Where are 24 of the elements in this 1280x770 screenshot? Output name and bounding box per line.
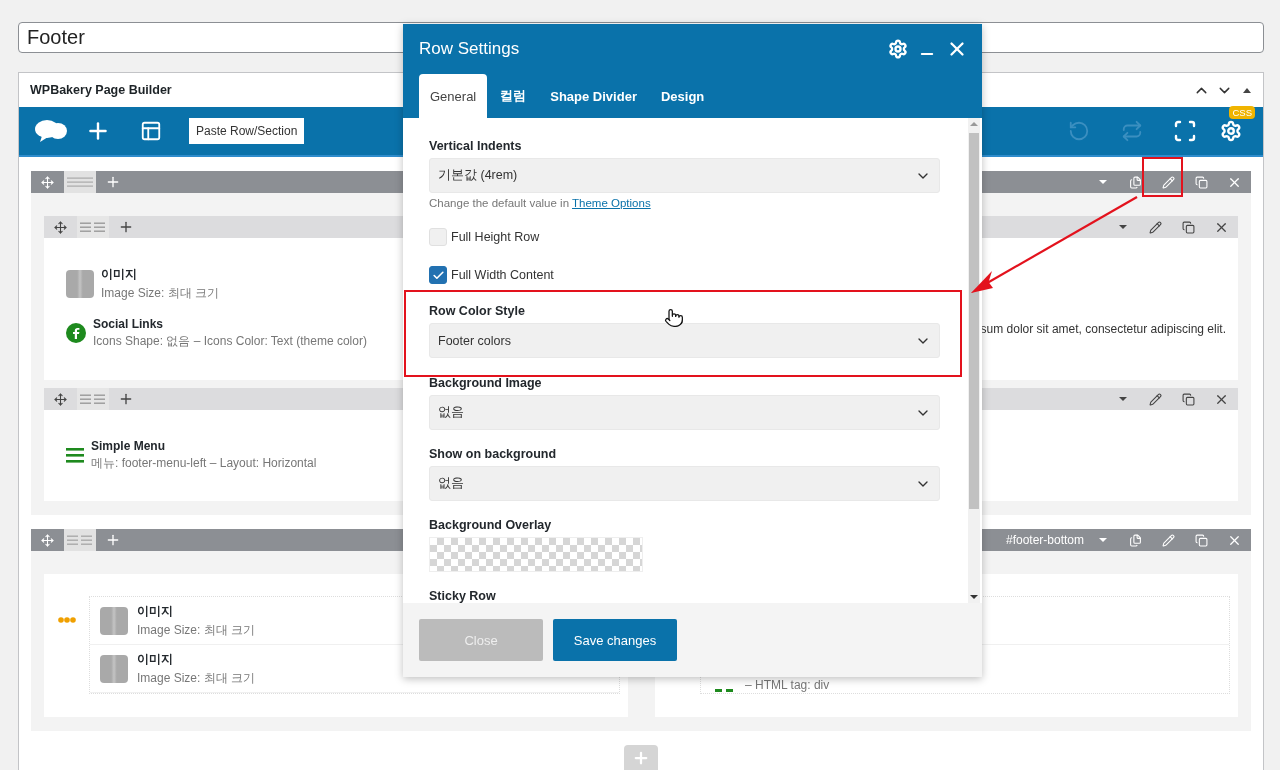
element-detail: Image Size: 최대 크기	[137, 669, 256, 687]
field-label: Background Image	[429, 376, 543, 390]
element-title: 이미지	[137, 650, 174, 668]
field-label: Row Color Style	[429, 304, 526, 318]
element-detail: 메뉴: footer-menu-left – Layout: Horizontal	[91, 454, 317, 472]
field-label: Vertical Indents	[429, 139, 523, 153]
row-id-label: #footer-bottom	[1005, 533, 1084, 547]
help-text: Change the default value in Theme Options	[429, 197, 652, 209]
element-detail: Image Size: 최대 크기	[137, 621, 256, 639]
element-detail: Image Size: 최대 크기	[101, 285, 220, 302]
css-badge: CSS	[1229, 106, 1255, 119]
element-detail: Icons Shape: 없음 – Icons Color: Text (theme color)	[93, 332, 367, 350]
element-detail: – HTML tag: div	[745, 678, 830, 692]
element-title: 이미지	[101, 266, 138, 283]
dialog-title: Row Settings	[419, 39, 521, 59]
field-label: Background Overlay	[429, 518, 553, 532]
checkbox-label: Full Height Row	[451, 230, 540, 244]
panel-title: WPBakery Page Builder	[30, 83, 172, 97]
element-title: Simple Menu	[91, 438, 166, 453]
element-title: 이미지	[137, 602, 174, 620]
field-label: Show on background	[429, 447, 558, 461]
field-label: Sticky Row	[429, 589, 497, 603]
element-title: Social Links	[93, 316, 165, 331]
checkbox-label: Full Width Content	[451, 268, 554, 282]
